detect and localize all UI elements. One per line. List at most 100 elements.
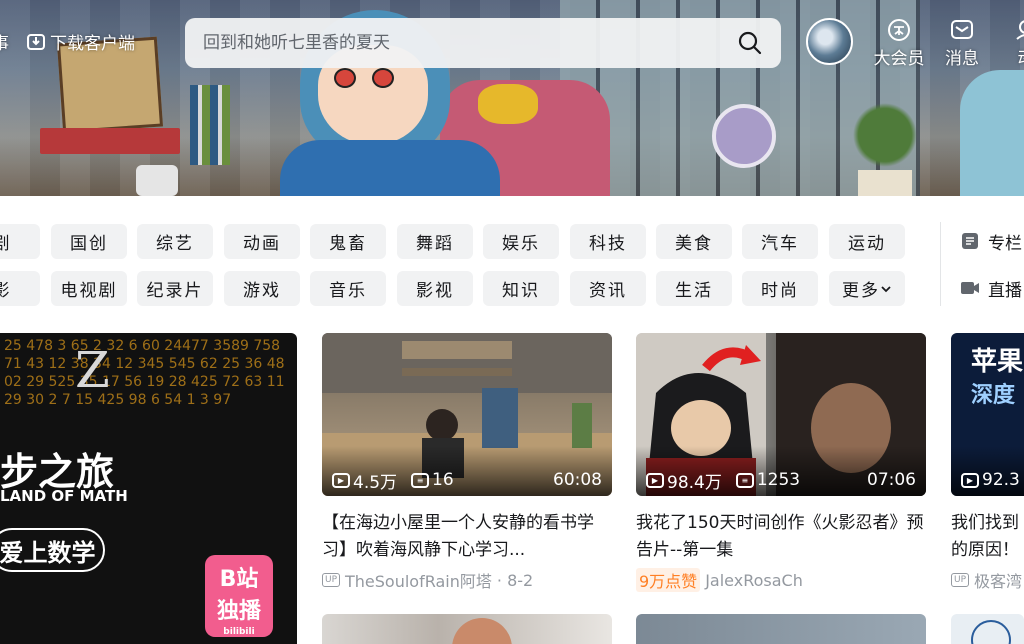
likes-badge: 9万点赞 — [636, 568, 701, 592]
channel-chip[interactable]: 国创 — [51, 224, 127, 259]
thumbnail-text: 深度 — [971, 383, 1016, 408]
video-duration: 07:06 — [867, 470, 916, 490]
channel-chip[interactable]: 时尚 — [742, 271, 818, 306]
side-link-column-label: 专栏 — [988, 233, 1022, 254]
channel-chip[interactable]: 音乐 — [310, 271, 386, 306]
channel-chip[interactable]: 运动 — [829, 224, 905, 259]
exclusive-badge: B站 独播 bilibili — [205, 555, 273, 637]
chevron-down-icon — [881, 285, 891, 292]
exclusive-badge-line2: 独播 — [216, 599, 261, 624]
exclusive-badge-line1: B站 — [219, 567, 259, 592]
video-title[interactable]: 我花了150天时间创作《火影忍者》预告片--第一集 — [636, 510, 926, 564]
video-thumbnail[interactable]: 苹果 深度 ▶ 92.3 — [951, 333, 1024, 496]
nav-vip-label: 大会员 — [873, 49, 925, 69]
channel-chip[interactable]: 知识 — [483, 271, 559, 306]
play-count: 92.3 — [982, 470, 1020, 490]
feature-pill: 爱上数学 — [0, 528, 105, 572]
user-avatar[interactable] — [806, 18, 853, 65]
thumbnail-logo — [971, 620, 1011, 644]
channel-chip[interactable]: 美食 — [656, 224, 732, 259]
channel-chip[interactable]: 鬼畜 — [310, 224, 386, 259]
channel-chip[interactable]: 影 — [0, 271, 40, 306]
channel-chip[interactable]: 剧 — [0, 224, 40, 259]
channel-chip[interactable]: 动画 — [224, 224, 300, 259]
nav-messages[interactable]: 消息 — [934, 18, 990, 72]
channel-chip[interactable]: 电视剧 — [51, 271, 127, 306]
video-author[interactable]: 极客湾 — [974, 568, 1022, 592]
top-header: 事 下载客户端 大会员 消息 — [0, 0, 1024, 90]
up-badge: UP — [951, 573, 970, 587]
thumbnail-text: 苹果 — [971, 347, 1024, 377]
channel-chip[interactable]: 纪录片 — [137, 271, 213, 306]
danmaku-icon: ≡ — [735, 472, 754, 488]
channel-chip[interactable]: 汽车 — [742, 224, 818, 259]
video-duration: 60:08 — [553, 470, 602, 490]
download-client-label: 下载客户端 — [50, 34, 135, 54]
exclusive-badge-foot: bilibili — [223, 627, 255, 637]
side-link-column[interactable]: 专栏 — [960, 226, 1022, 256]
play-count-icon: ▶ — [646, 472, 664, 488]
video-thumbnail-row2[interactable] — [951, 614, 1024, 644]
channel-chip[interactable]: 生活 — [656, 271, 732, 306]
download-client-link[interactable]: 下载客户端 — [26, 29, 135, 54]
channel-chip[interactable]: 科技 — [570, 224, 646, 259]
video-thumbnail-row2[interactable] — [636, 614, 926, 644]
banner-pot — [858, 170, 912, 196]
video-title[interactable]: 【在海边小屋里一个人安静的看书学习】吹着海风静下心学习... — [322, 510, 612, 564]
video-date: · 8-2 — [496, 570, 534, 590]
video-author[interactable]: TheSoulofRain阿塔 — [345, 568, 492, 592]
danmaku-icon: ≡ — [411, 472, 430, 488]
video-meta: UP 极客湾 — [951, 568, 1024, 592]
banner-bookshelf — [190, 85, 230, 165]
search-icon — [738, 31, 762, 55]
danmaku-count: 1253 — [756, 470, 801, 490]
channel-chip[interactable]: 游戏 — [224, 271, 300, 306]
channel-chip[interactable]: 资讯 — [570, 271, 646, 306]
thumbnail-figure — [452, 618, 512, 644]
search-button[interactable] — [735, 29, 765, 57]
article-icon — [962, 233, 978, 249]
side-link-live-label: 直播 — [988, 280, 1022, 301]
channel-grid: 剧 国创 综艺 动画 鬼畜 舞蹈 娱乐 科技 美食 汽车 运动 影 电视剧 纪录… — [0, 222, 930, 310]
video-card[interactable]: ▶ 4.5万 ≡ 16 60:08 【在海边小屋里一个人安静的看书学习】吹着海风… — [322, 333, 612, 592]
play-count: 98.4万 — [667, 472, 722, 493]
nav-dynamics-label: 动 — [998, 44, 1024, 69]
channel-divider — [940, 222, 941, 306]
banner-books — [40, 128, 180, 154]
video-thumbnail-row2[interactable] — [322, 614, 612, 644]
more-channels-button[interactable]: 更多 — [829, 271, 905, 306]
banner-fan — [712, 104, 776, 168]
channel-chip[interactable]: 影视 — [397, 271, 473, 306]
feature-z-logo: Z — [75, 341, 110, 399]
video-stats: ▶ 4.5万 ≡ 16 60:08 — [332, 468, 602, 493]
video-meta: UP TheSoulofRain阿塔 · 8-2 — [322, 568, 612, 592]
dynamics-icon — [1016, 20, 1024, 40]
nav-messages-label: 消息 — [945, 49, 979, 69]
live-camera-icon — [961, 282, 979, 294]
channel-chip[interactable]: 综艺 — [137, 224, 213, 259]
channel-chip[interactable]: 舞蹈 — [397, 224, 473, 259]
more-channels-label: 更多 — [842, 281, 880, 301]
channel-chip[interactable]: 娱乐 — [483, 224, 559, 259]
nav-vip[interactable]: 大会员 — [871, 18, 927, 72]
video-thumbnail[interactable]: ▶ 4.5万 ≡ 16 60:08 — [322, 333, 612, 496]
search-input[interactable] — [203, 30, 723, 56]
video-card[interactable]: 苹果 深度 ▶ 92.3 我们找到 的原因！ UP 极客湾 — [951, 333, 1024, 592]
nav-dynamics[interactable]: 动 — [998, 18, 1024, 72]
video-thumbnail[interactable]: ▶ 98.4万 ≡ 1253 07:06 — [636, 333, 926, 496]
video-stats: ▶ 98.4万 ≡ 1253 07:06 — [646, 468, 916, 493]
side-link-live[interactable]: 直播 — [960, 273, 1022, 303]
danmaku-count: 16 — [432, 470, 454, 490]
up-badge: UP — [322, 573, 341, 587]
play-count: 4.5万 — [353, 472, 398, 493]
video-author[interactable]: JalexRosaCh — [705, 571, 803, 590]
banner-character-body — [280, 140, 500, 196]
video-title[interactable]: 我们找到 的原因！ — [951, 510, 1024, 564]
feature-banner-card[interactable]: 25 478 3 65 2 32 6 60 24477 3589 758 71 … — [0, 333, 297, 644]
header-link-cut[interactable]: 事 — [0, 29, 9, 54]
video-card[interactable]: ▶ 98.4万 ≡ 1253 07:06 我花了150天时间创作《火影忍者》预告… — [636, 333, 926, 592]
video-title-line: 我们找到 — [951, 513, 1019, 533]
feature-subtitle: LAND OF MATH — [0, 487, 128, 505]
play-count-icon: ▶ — [961, 472, 979, 488]
video-title-line: 的原因！ — [951, 540, 1019, 560]
